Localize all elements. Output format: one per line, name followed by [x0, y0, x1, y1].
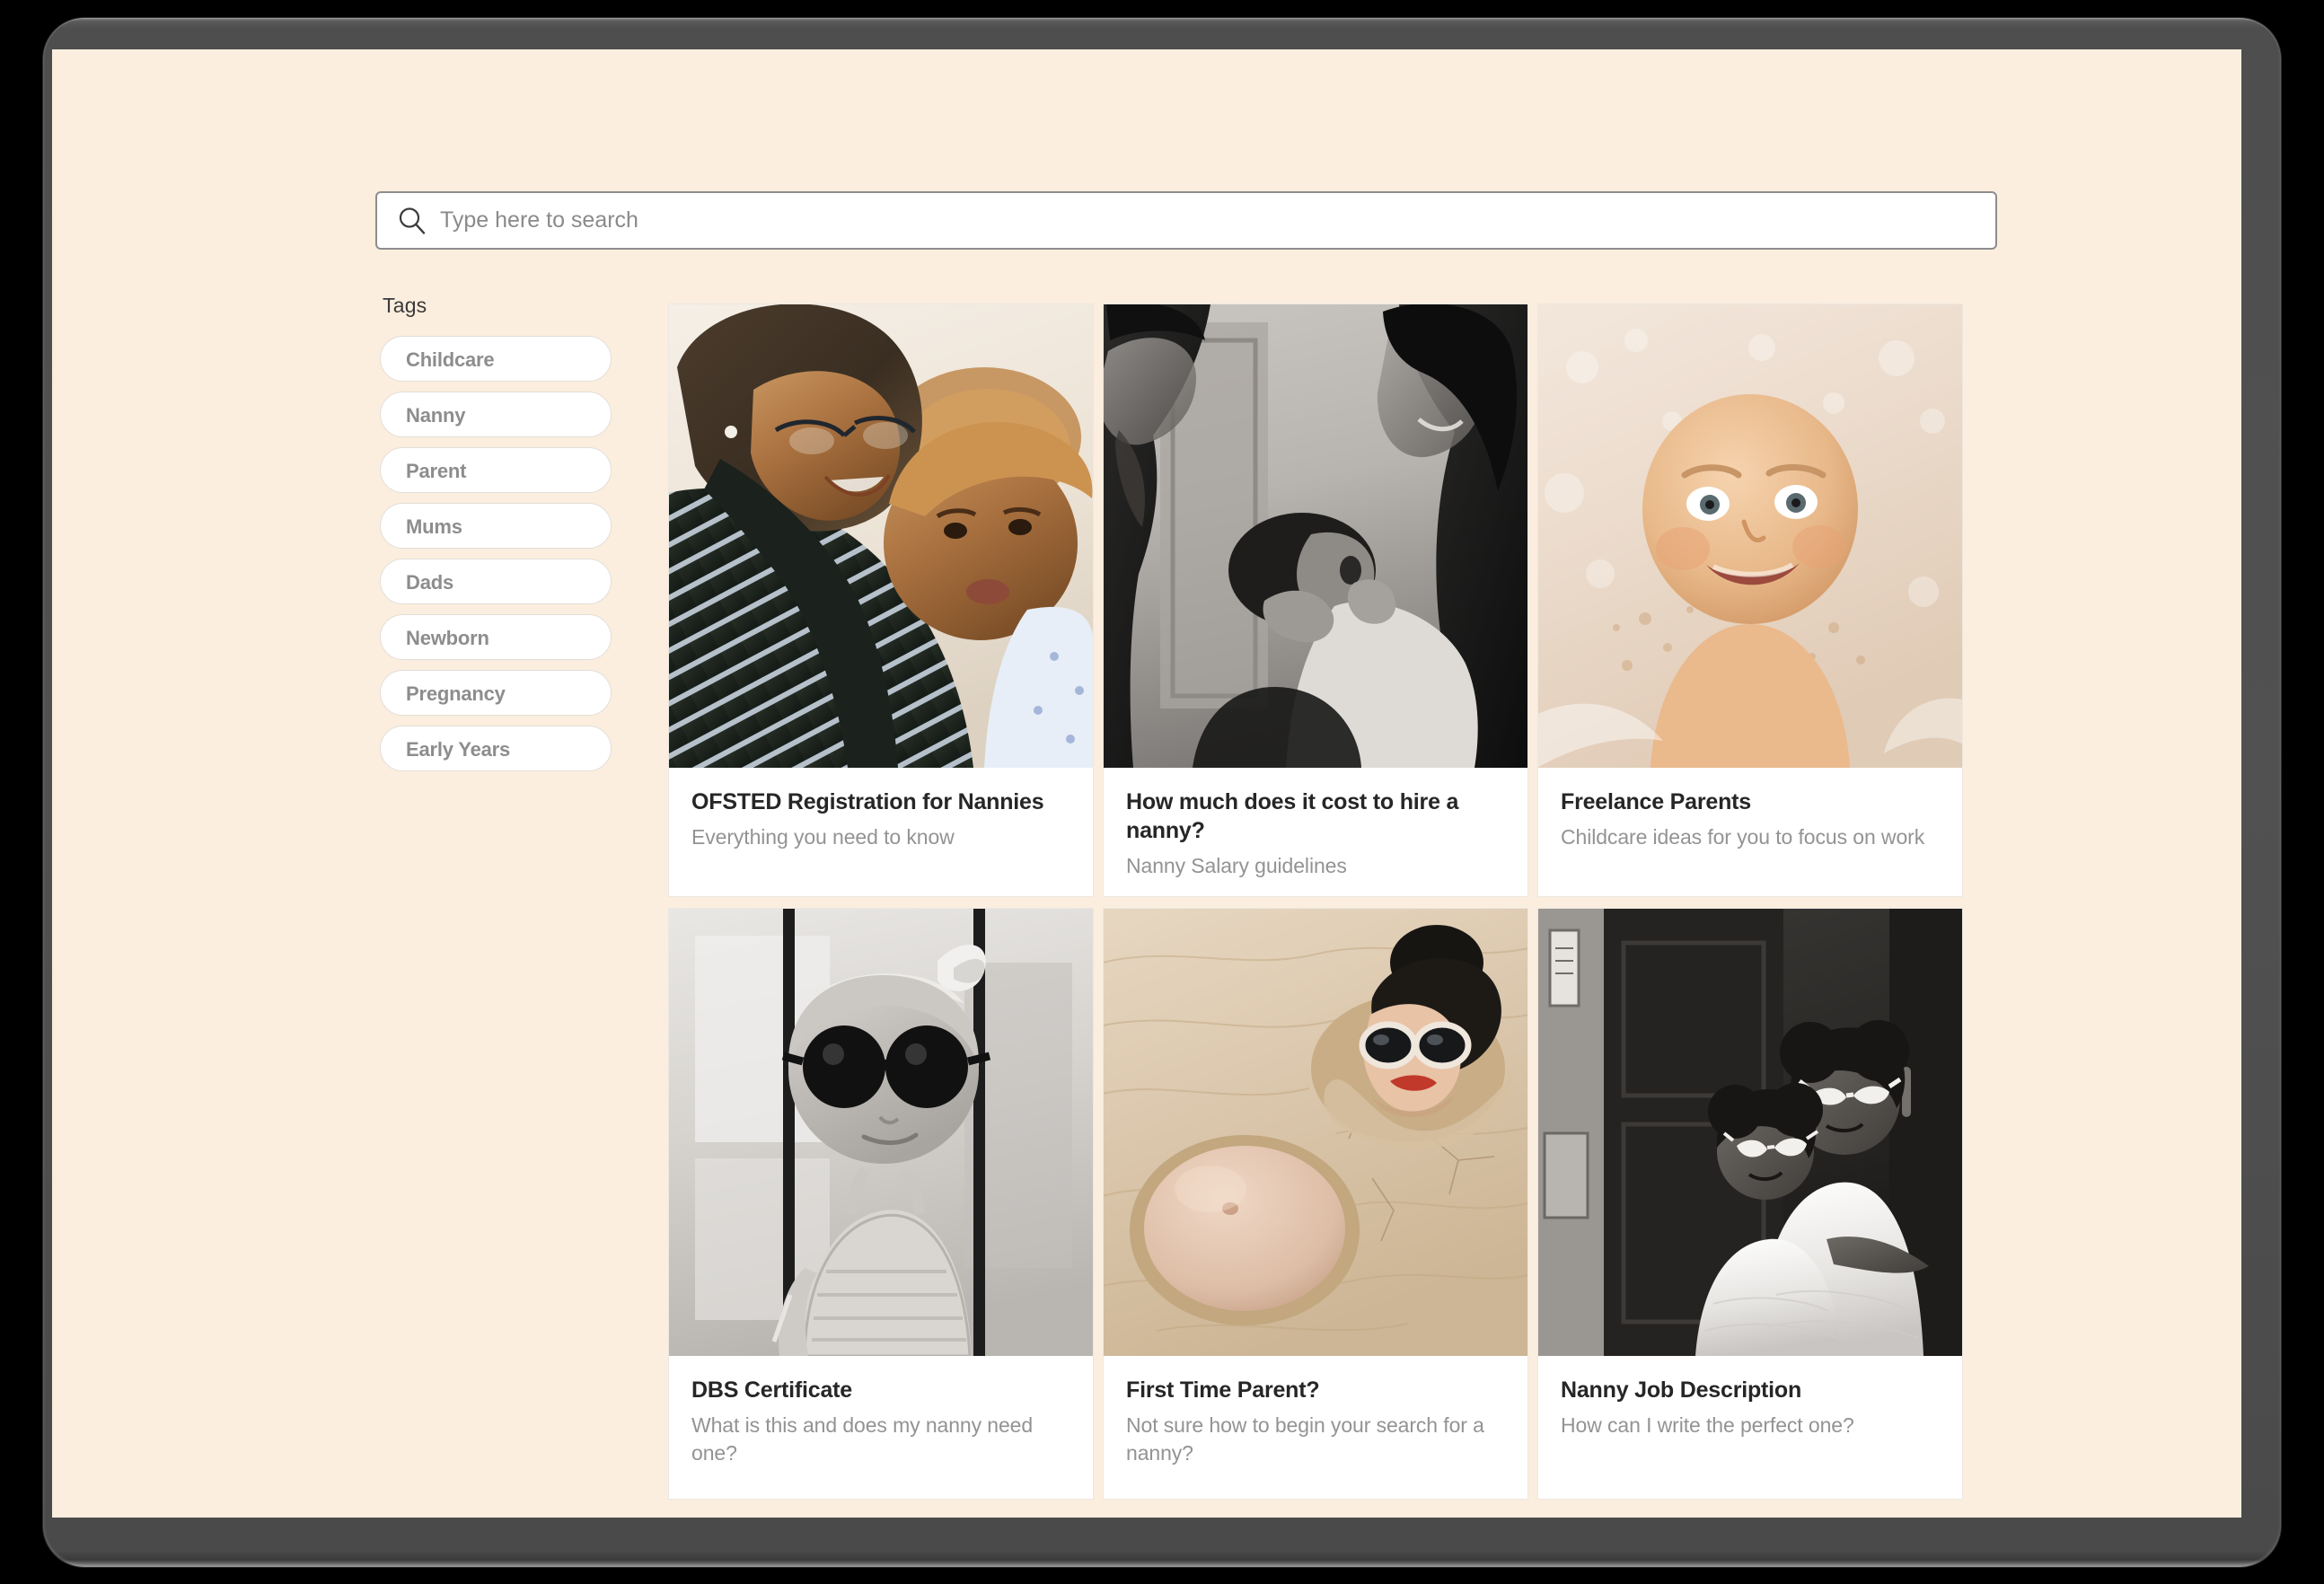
- search-input[interactable]: [440, 193, 1995, 248]
- toddler-in-sunglasses-photo: [669, 909, 1093, 1356]
- card-text: OFSTED Registration for Nannies Everythi…: [669, 768, 1093, 896]
- card-title: First Time Parent?: [1126, 1377, 1320, 1403]
- tags-sidebar: Tags Childcare Nanny Parent Mums Dads Ne…: [380, 294, 612, 781]
- article-card[interactable]: OFSTED Registration for Nannies Everythi…: [668, 304, 1094, 897]
- tag-pill-parent[interactable]: Parent: [380, 447, 612, 493]
- tags-heading: Tags: [383, 294, 427, 317]
- card-text: How much does it cost to hire a nanny? N…: [1104, 768, 1527, 896]
- tag-pill-nanny[interactable]: Nanny: [380, 392, 612, 437]
- tag-pill-mums[interactable]: Mums: [380, 503, 612, 549]
- card-subtitle: What is this and does my nanny need one?: [691, 1413, 1034, 1465]
- card-title: How much does it cost to hire a nanny?: [1126, 789, 1459, 843]
- card-title: Freelance Parents: [1561, 789, 1751, 814]
- card-text: First Time Parent? Not sure how to begin…: [1104, 1356, 1527, 1499]
- tag-pill-newborn[interactable]: Newborn: [380, 614, 612, 660]
- card-text: Nanny Job Description How can I write th…: [1538, 1356, 1962, 1499]
- card-subtitle: How can I write the perfect one?: [1561, 1413, 1854, 1437]
- article-card[interactable]: DBS Certificate What is this and does my…: [668, 908, 1094, 1500]
- article-card[interactable]: Nanny Job Description How can I write th…: [1537, 908, 1963, 1500]
- card-text: Freelance Parents Childcare ideas for yo…: [1538, 768, 1962, 896]
- tag-pill-childcare[interactable]: Childcare: [380, 336, 612, 382]
- search-bar[interactable]: [375, 191, 1997, 250]
- tablet-screen: Tags Childcare Nanny Parent Mums Dads Ne…: [52, 49, 2241, 1518]
- search-icon: [399, 207, 426, 234]
- tag-pill-pregnancy[interactable]: Pregnancy: [380, 670, 612, 716]
- parents-lifting-baby-photo: [1104, 304, 1527, 768]
- article-card[interactable]: First Time Parent? Not sure how to begin…: [1103, 908, 1528, 1500]
- two-girls-in-sunglasses-photo: [1538, 909, 1962, 1356]
- card-text: DBS Certificate What is this and does my…: [669, 1356, 1093, 1499]
- tablet-device-frame: Tags Childcare Nanny Parent Mums Dads Ne…: [43, 18, 2281, 1567]
- article-card[interactable]: How much does it cost to hire a nanny? N…: [1103, 304, 1528, 897]
- pregnant-woman-in-sand-photo: [1104, 909, 1527, 1356]
- card-title: OFSTED Registration for Nannies: [691, 789, 1044, 814]
- article-card[interactable]: Freelance Parents Childcare ideas for yo…: [1537, 304, 1963, 897]
- mother-holding-baby-photo: [669, 304, 1093, 768]
- card-title: DBS Certificate: [691, 1377, 852, 1403]
- card-subtitle: Nanny Salary guidelines: [1126, 854, 1347, 877]
- baby-in-bubble-bath-photo: [1538, 304, 1962, 768]
- tag-pill-dads[interactable]: Dads: [380, 559, 612, 604]
- card-subtitle: Everything you need to know: [691, 825, 955, 849]
- card-title: Nanny Job Description: [1561, 1377, 1802, 1403]
- article-card-grid: OFSTED Registration for Nannies Everythi…: [668, 304, 2010, 1500]
- card-subtitle: Not sure how to begin your search for a …: [1126, 1413, 1484, 1465]
- card-subtitle: Childcare ideas for you to focus on work: [1561, 825, 1925, 849]
- tag-list: Childcare Nanny Parent Mums Dads Newborn…: [380, 336, 612, 771]
- tag-pill-early-years[interactable]: Early Years: [380, 726, 612, 771]
